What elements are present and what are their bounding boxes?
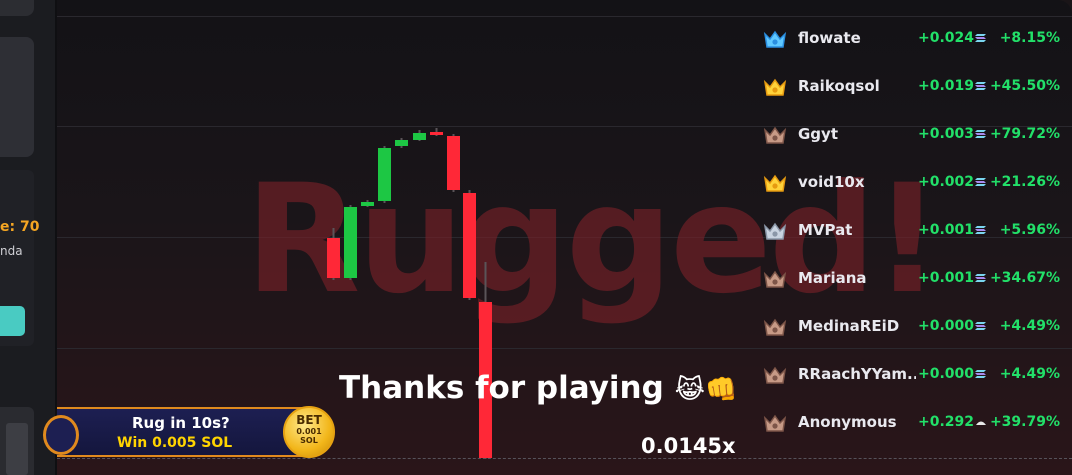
player-percent: +4.49% — [999, 366, 1060, 382]
player-profit: +0.000 — [917, 366, 974, 382]
rug-in-text: Rug in 10s? — [132, 414, 230, 432]
player-profit: +0.002 — [917, 174, 974, 190]
candle-down — [430, 132, 443, 135]
player-percent: +5.96% — [999, 222, 1060, 238]
left-sidebar-panel: e: 70 nda — [0, 0, 55, 475]
leaderboard-row[interactable]: MedinaREiD +0.000 +4.49% — [760, 304, 1066, 352]
player-name: Raikoqsol — [798, 77, 880, 95]
player-name: flowate — [798, 29, 861, 47]
bronze-badge-icon — [763, 366, 787, 384]
player-profit: +0.019 — [917, 78, 974, 94]
player-name: MVPat — [798, 221, 853, 239]
player-name: Ggyt — [798, 125, 838, 143]
player-profit: +0.001 — [917, 222, 974, 238]
gold-crown-badge-icon — [763, 174, 787, 192]
sidebar-name-text: nda — [0, 244, 23, 258]
player-profit: +0.001 — [917, 270, 974, 286]
solana-icon — [975, 130, 986, 138]
solana-icon — [975, 274, 986, 282]
player-percent: +45.50% — [989, 78, 1060, 94]
player-name: RRaachYYam... — [798, 365, 916, 383]
diamond-badge-icon — [763, 30, 787, 48]
player-name: Anonymous — [798, 413, 897, 431]
candle-up — [395, 140, 408, 146]
candle-down — [327, 238, 340, 278]
banner-round-icon — [43, 415, 79, 455]
player-percent: +4.49% — [999, 318, 1060, 334]
solana-icon — [975, 370, 986, 378]
leaderboard-row[interactable]: MVPat +0.001 +5.96% — [760, 208, 1066, 256]
bet-coin-button[interactable]: BET 0.001 SOL — [283, 406, 335, 458]
player-percent: +21.26% — [989, 174, 1060, 190]
player-percent: +34.67% — [989, 270, 1060, 286]
win-amount-text: Win 0.005 SOL — [117, 435, 233, 451]
solana-icon — [975, 82, 986, 90]
gold-crown-badge-icon — [763, 78, 787, 96]
leaderboard-row[interactable]: Mariana +0.001 +34.67% — [760, 256, 1066, 304]
player-profit: +0.024 — [917, 30, 974, 46]
player-name: Mariana — [798, 269, 867, 287]
bet-coin-title: BET — [296, 413, 322, 427]
candle-down — [463, 193, 476, 298]
solana-icon — [975, 178, 986, 186]
candle-up — [413, 133, 426, 140]
bet-coin-amount: 0.001 — [296, 427, 322, 436]
solana-icon — [975, 34, 986, 42]
player-profit: +0.000 — [917, 318, 974, 334]
bronze-badge-icon — [763, 126, 787, 144]
sidebar-card-top[interactable] — [0, 0, 34, 16]
player-percent: +39.79% — [989, 414, 1060, 430]
leaderboard-row[interactable]: void10x +0.002 +21.26% — [760, 160, 1066, 208]
player-profit: +0.292 — [917, 414, 974, 430]
player-name: void10x — [798, 173, 865, 191]
player-profit: +0.003 — [917, 126, 974, 142]
player-percent: +8.15% — [999, 30, 1060, 46]
sidebar-bottom-inner — [6, 423, 28, 475]
silver-badge-icon — [763, 222, 787, 240]
bronze-badge-icon — [763, 270, 787, 288]
leaderboard-row[interactable]: Ggyt +0.003 +79.72% — [760, 112, 1066, 160]
solana-icon — [975, 226, 986, 234]
candle-down — [447, 136, 460, 190]
sidebar-card-image[interactable] — [0, 37, 34, 157]
sidebar-count-text: e: 70 — [0, 219, 40, 235]
sidebar-action-button[interactable] — [0, 306, 25, 336]
candle-up — [344, 207, 357, 278]
player-percent: +79.72% — [989, 126, 1060, 142]
bet-coin-unit: SOL — [300, 436, 318, 445]
solana-icon — [975, 322, 986, 330]
multiplier-value: 0.0145x — [641, 434, 736, 458]
thanks-message: Thanks for playing 😹👊 — [339, 370, 737, 406]
leaderboard-row[interactable]: flowate +0.024 +8.15% — [760, 16, 1066, 64]
leaderboard-row[interactable]: Anonymous +0.292 +39.79% — [760, 400, 1066, 448]
player-name: MedinaREiD — [798, 317, 900, 335]
bronze-badge-icon — [763, 414, 787, 432]
token-icon — [976, 421, 986, 425]
leaderboard-row[interactable]: Raikoqsol +0.019 +45.50% — [760, 64, 1066, 112]
thanks-text: Thanks for playing — [339, 370, 664, 406]
emoji-icon: 😹👊 — [674, 375, 738, 405]
candle-up — [378, 148, 391, 201]
leaderboard-row[interactable]: RRaachYYam... +0.000 +4.49% — [760, 352, 1066, 400]
candle-up — [361, 202, 374, 206]
sidebar-bottom-card[interactable] — [0, 407, 34, 475]
bronze-badge-icon — [763, 318, 787, 336]
